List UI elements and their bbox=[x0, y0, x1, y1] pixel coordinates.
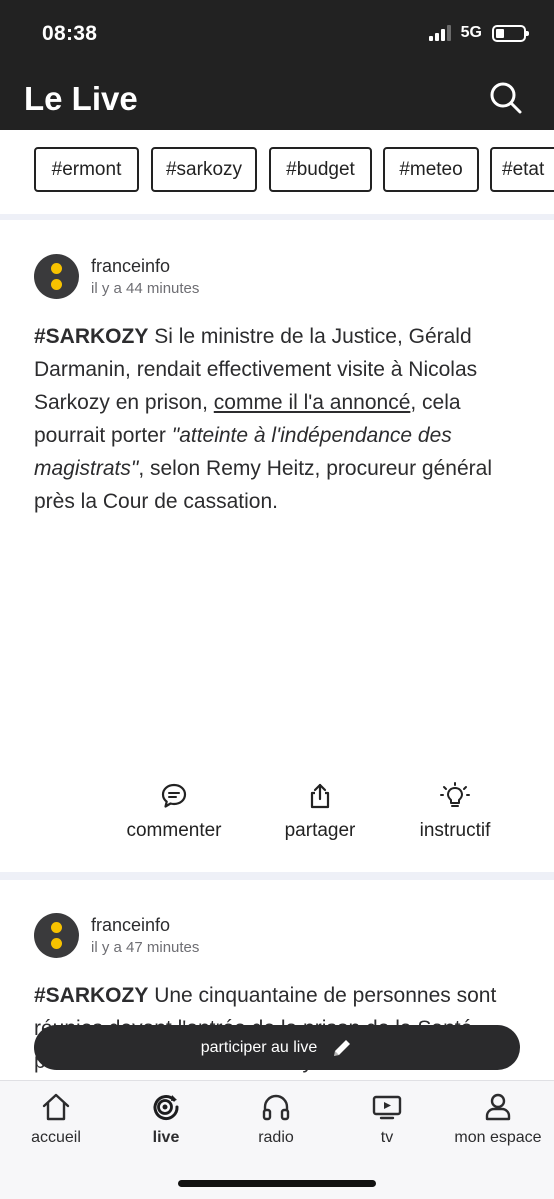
post-hashtag[interactable]: #SARKOZY bbox=[34, 325, 148, 348]
post-hashtag[interactable]: #SARKOZY bbox=[34, 984, 148, 1007]
status-bar: 08:38 5G bbox=[0, 0, 554, 68]
search-button[interactable] bbox=[488, 80, 524, 116]
live-post: franceinfo il y a 44 minutes #SARKOZY Si… bbox=[0, 220, 554, 872]
battery-icon bbox=[492, 24, 529, 42]
divider bbox=[0, 872, 554, 880]
live-icon bbox=[153, 1095, 179, 1121]
home-indicator bbox=[178, 1180, 376, 1187]
franceinfo-logo bbox=[34, 254, 79, 299]
page-title: Le Live bbox=[24, 80, 138, 117]
insightful-button[interactable]: instructif bbox=[405, 782, 505, 842]
share-label: partager bbox=[284, 820, 356, 841]
post-author: franceinfo bbox=[91, 915, 171, 935]
network-type: 5G bbox=[460, 24, 482, 41]
tag-chip[interactable]: #budget bbox=[269, 147, 372, 192]
share-button[interactable]: partager bbox=[270, 782, 370, 842]
tag-chip[interactable]: #ermont bbox=[34, 147, 139, 192]
tab-radio[interactable]: radio bbox=[246, 1091, 306, 1147]
share-icon bbox=[310, 783, 330, 809]
comment-button[interactable]: commenter bbox=[113, 782, 235, 842]
post-time: il y a 44 minutes bbox=[91, 280, 200, 297]
tab-accueil[interactable]: accueil bbox=[20, 1091, 92, 1147]
tab-mon-espace[interactable]: mon espace bbox=[446, 1091, 550, 1147]
tab-live[interactable]: live bbox=[136, 1091, 196, 1147]
comment-icon bbox=[161, 783, 187, 808]
lightbulb-icon bbox=[440, 782, 470, 807]
status-time: 08:38 bbox=[42, 22, 98, 45]
post-time: il y a 47 minutes bbox=[91, 939, 200, 956]
tag-chip[interactable]: #sarkozy bbox=[151, 147, 257, 192]
comment-label: commenter bbox=[126, 820, 222, 841]
participate-label: participer au live bbox=[200, 1038, 318, 1056]
post-author: franceinfo bbox=[91, 256, 171, 276]
user-icon bbox=[485, 1093, 511, 1121]
pencil-icon bbox=[334, 1039, 351, 1056]
tag-chip[interactable]: #etat bbox=[490, 147, 554, 192]
home-icon bbox=[42, 1093, 70, 1121]
app-header: Le Live bbox=[0, 68, 554, 130]
signal-icon bbox=[428, 25, 451, 41]
search-icon bbox=[490, 82, 522, 114]
post-text: #SARKOZY Si le ministre de la Justice, G… bbox=[34, 325, 492, 513]
tag-chip[interactable]: #meteo bbox=[383, 147, 479, 192]
participate-button[interactable]: participer au live bbox=[34, 1025, 520, 1070]
franceinfo-logo bbox=[34, 913, 79, 958]
article-link[interactable]: comme il l'a annoncé bbox=[214, 391, 411, 414]
headphones-icon bbox=[262, 1094, 290, 1121]
insightful-label: instructif bbox=[419, 820, 491, 841]
tv-icon bbox=[372, 1095, 402, 1120]
hashtag-chips: #ermont #sarkozy #budget #meteo #etat bbox=[0, 130, 554, 214]
tab-tv[interactable]: tv bbox=[362, 1091, 412, 1147]
status-indicators: 5G bbox=[428, 24, 529, 42]
